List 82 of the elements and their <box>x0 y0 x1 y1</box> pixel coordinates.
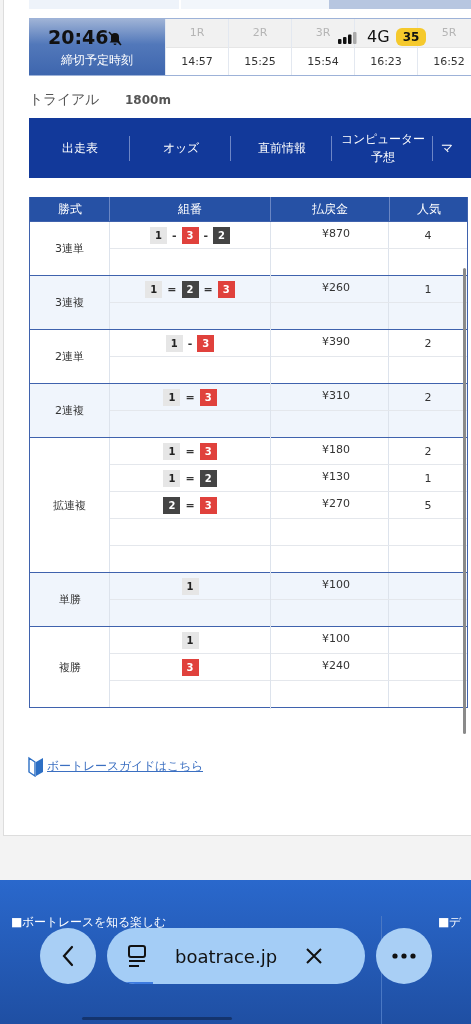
payout-amount: ¥270 <box>322 496 350 510</box>
more-icon <box>392 953 416 959</box>
boat-number: 2 <box>181 280 199 298</box>
separator: - <box>203 228 209 242</box>
boat-number: 3 <box>197 334 215 352</box>
boat-number: 3 <box>181 658 199 676</box>
back-icon <box>62 945 74 967</box>
popularity-rank: 2 <box>424 444 432 458</box>
nav-tab[interactable]: 直前情報 <box>231 118 332 178</box>
separator: - <box>171 228 177 242</box>
separator: = <box>185 471 195 485</box>
battery-level: 35 <box>396 28 426 46</box>
status-time: 20:46 <box>48 26 109 48</box>
boat-number: 3 <box>199 442 217 460</box>
payout-amount: ¥390 <box>322 334 350 348</box>
separator: = <box>185 498 195 512</box>
bet-type: 拡連複 <box>53 497 86 513</box>
nav-tab[interactable]: 出走表 <box>29 118 130 178</box>
payout-amount: ¥100 <box>322 577 350 591</box>
boat-number: 1 <box>149 226 167 244</box>
popularity-rank: 5 <box>424 498 432 512</box>
close-icon[interactable] <box>305 947 324 965</box>
bet-type: 3連複 <box>55 295 84 310</box>
popularity-rank: 2 <box>424 336 432 350</box>
deadline-time: 14:57 <box>166 47 228 75</box>
boat-number: 1 <box>181 577 199 595</box>
boat-number: 3 <box>181 226 199 244</box>
payout-amount: ¥260 <box>322 280 350 294</box>
boat-number: 2 <box>213 226 231 244</box>
separator: - <box>187 336 193 350</box>
race-distance: 1800m <box>125 93 171 107</box>
separator: = <box>185 390 195 404</box>
payout-amount: ¥870 <box>322 226 350 240</box>
boat-number: 3 <box>199 388 217 406</box>
separator: = <box>185 444 195 458</box>
boat-number: 1 <box>163 442 181 460</box>
deadline-time: 15:25 <box>229 47 291 75</box>
signal-icon <box>338 32 358 44</box>
deadline-label: 締切予定時刻 <box>60 52 134 69</box>
popularity-rank: 1 <box>424 471 432 485</box>
payout-amount: ¥100 <box>322 631 350 645</box>
guide-link[interactable]: ボートレースガイドはこちら <box>47 758 203 775</box>
separator: = <box>203 282 213 296</box>
column-header: 勝式 <box>56 201 83 218</box>
nav-tab[interactable]: コンピューター 予想 <box>332 118 433 178</box>
boat-number: 1 <box>181 631 199 649</box>
boat-number: 2 <box>199 469 217 487</box>
deadline-time: 16:52 <box>418 47 471 75</box>
popularity-rank: 2 <box>424 390 432 404</box>
bet-type: 2連複 <box>55 403 84 418</box>
deadline-time: 16:23 <box>355 47 417 75</box>
bet-type: 複勝 <box>58 659 81 675</box>
popularity-rank: 1 <box>424 282 432 296</box>
race-name: トライアル <box>29 91 99 109</box>
scrollbar[interactable] <box>463 268 466 734</box>
address-bar[interactable]: boatrace.jp <box>107 928 365 984</box>
muted-bell-icon <box>107 30 123 46</box>
boat-number: 2 <box>163 496 181 514</box>
footer-heading: ■ボートレースを知る楽しむ <box>11 914 168 931</box>
deadline-time: 15:54 <box>292 47 354 75</box>
bet-type: 3連単 <box>55 241 84 256</box>
boat-number: 3 <box>217 280 235 298</box>
boat-number: 1 <box>163 469 181 487</box>
footer-heading: ■デ <box>438 914 462 931</box>
bet-type: 単勝 <box>58 592 81 607</box>
network-type: 4G <box>367 27 390 46</box>
popularity-rank: 4 <box>424 228 432 242</box>
nav-tab[interactable]: オッズ <box>130 118 231 178</box>
tab-icon <box>127 945 147 967</box>
boat-number: 3 <box>199 496 217 514</box>
boat-number: 1 <box>145 280 163 298</box>
nav-tab[interactable]: マ <box>433 118 471 178</box>
bet-type: 2連単 <box>55 349 84 364</box>
boat-number: 1 <box>165 334 183 352</box>
payout-amount: ¥240 <box>322 658 350 672</box>
payout-amount: ¥130 <box>322 469 350 483</box>
url-text: boatrace.jp <box>175 945 278 967</box>
separator: = <box>167 282 177 296</box>
payout-amount: ¥310 <box>322 388 350 402</box>
book-icon <box>28 756 44 777</box>
payout-amount: ¥180 <box>322 442 350 456</box>
boat-number: 1 <box>163 388 181 406</box>
